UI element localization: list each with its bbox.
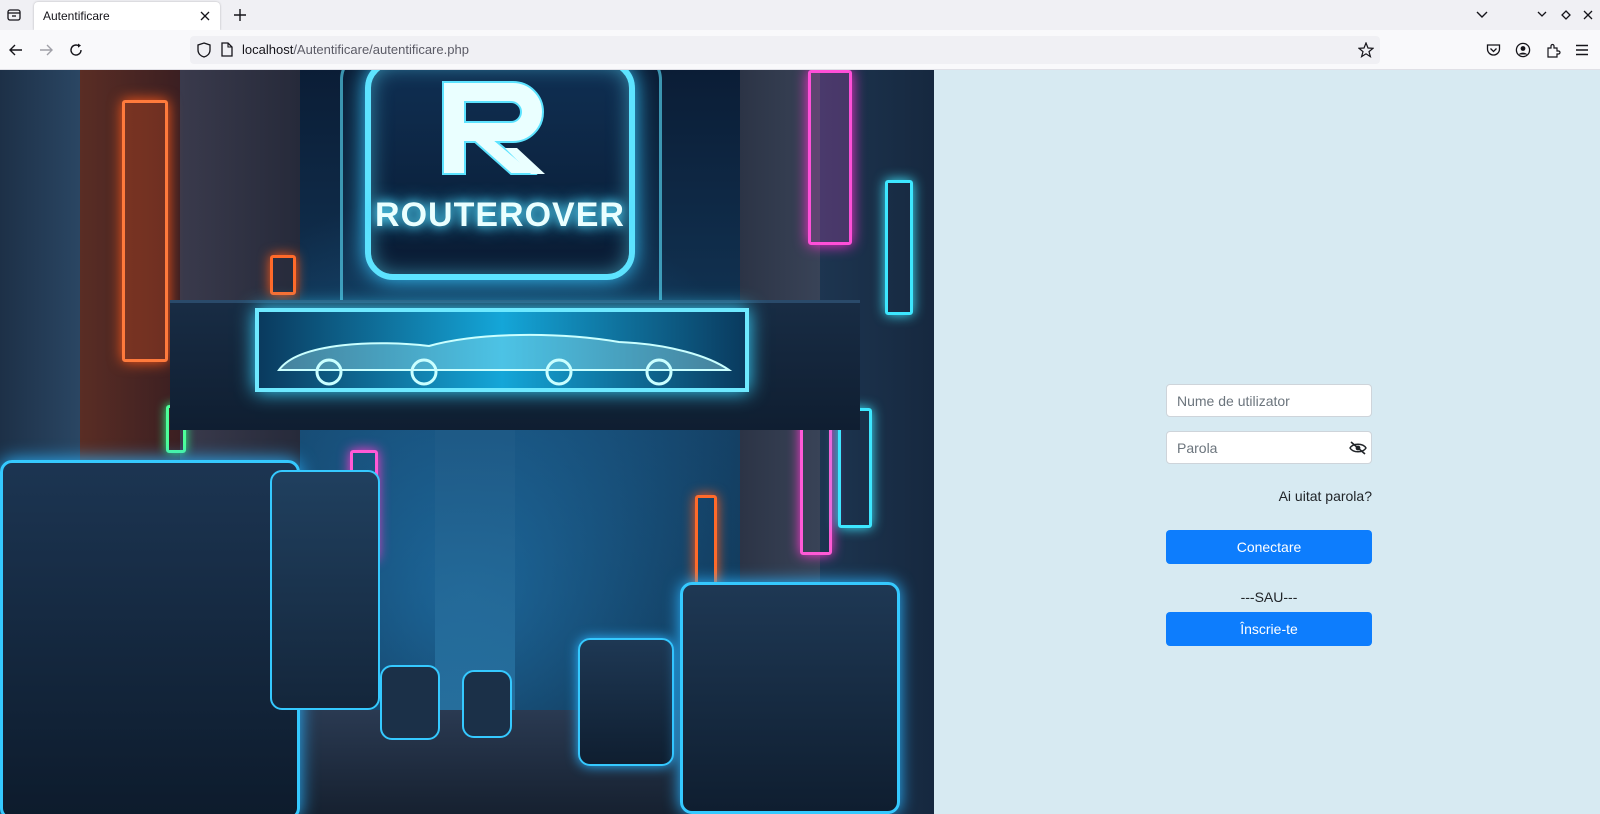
reload-icon[interactable] xyxy=(66,40,86,60)
signup-button[interactable]: Înscrie-te xyxy=(1166,612,1372,646)
tab-title: Autentificare xyxy=(43,9,110,23)
pocket-icon[interactable] xyxy=(1483,40,1503,60)
hero-image: ROUTEROVER xyxy=(0,70,934,814)
eye-slash-icon[interactable] xyxy=(1348,438,1368,458)
billboard xyxy=(255,308,749,392)
truck-far-1 xyxy=(380,665,440,740)
browser-tab[interactable]: Autentificare xyxy=(34,2,220,30)
browser-tab-bar: Autentificare xyxy=(0,0,1600,30)
brand-logo-icon xyxy=(442,81,545,175)
minimize-icon[interactable] xyxy=(1532,5,1552,25)
close-icon[interactable] xyxy=(197,8,213,24)
account-icon[interactable] xyxy=(1513,40,1533,60)
password-input[interactable] xyxy=(1166,431,1372,464)
truck-front-left xyxy=(0,460,300,814)
url-bar[interactable]: localhost/Autentificare/autentificare.ph… xyxy=(190,36,1380,64)
puzzle-icon[interactable] xyxy=(1543,40,1563,60)
truck-front-right xyxy=(680,582,900,814)
plus-icon[interactable] xyxy=(230,5,250,25)
brand-sign: ROUTEROVER xyxy=(365,70,635,280)
shield-icon[interactable] xyxy=(197,42,213,58)
chevron-down-icon[interactable] xyxy=(1472,5,1492,25)
separator-text: ---SAU--- xyxy=(1240,589,1298,605)
page-icon[interactable] xyxy=(221,42,235,58)
hamburger-icon[interactable] xyxy=(1572,40,1592,60)
forgot-password-link[interactable]: Ai uitat parola? xyxy=(1166,488,1372,504)
login-button[interactable]: Conectare xyxy=(1166,530,1372,564)
car-illustration-icon xyxy=(277,333,733,386)
login-panel: Ai uitat parola? Conectare ---SAU--- Îns… xyxy=(934,70,1600,814)
truck-trailer-left xyxy=(270,470,380,710)
maximize-icon[interactable] xyxy=(1556,5,1576,25)
tab-list-icon[interactable] xyxy=(4,5,24,25)
star-icon[interactable] xyxy=(1357,41,1375,58)
arrow-right-icon[interactable] xyxy=(36,40,56,60)
username-input[interactable] xyxy=(1166,384,1372,417)
url-text[interactable]: localhost/Autentificare/autentificare.ph… xyxy=(242,42,469,57)
url-path: /Autentificare/autentificare.php xyxy=(293,42,469,57)
truck-far-2 xyxy=(462,670,512,738)
page-content: ROUTEROVER Ai uitat parola? xyxy=(0,70,1600,814)
browser-nav-bar: localhost/Autentificare/autentificare.ph… xyxy=(0,30,1600,70)
url-host: localhost xyxy=(242,42,294,57)
window-close-icon[interactable] xyxy=(1578,5,1598,25)
truck-middle xyxy=(578,638,674,766)
brand-name: ROUTEROVER xyxy=(375,196,625,234)
arrow-left-icon[interactable] xyxy=(6,40,26,60)
